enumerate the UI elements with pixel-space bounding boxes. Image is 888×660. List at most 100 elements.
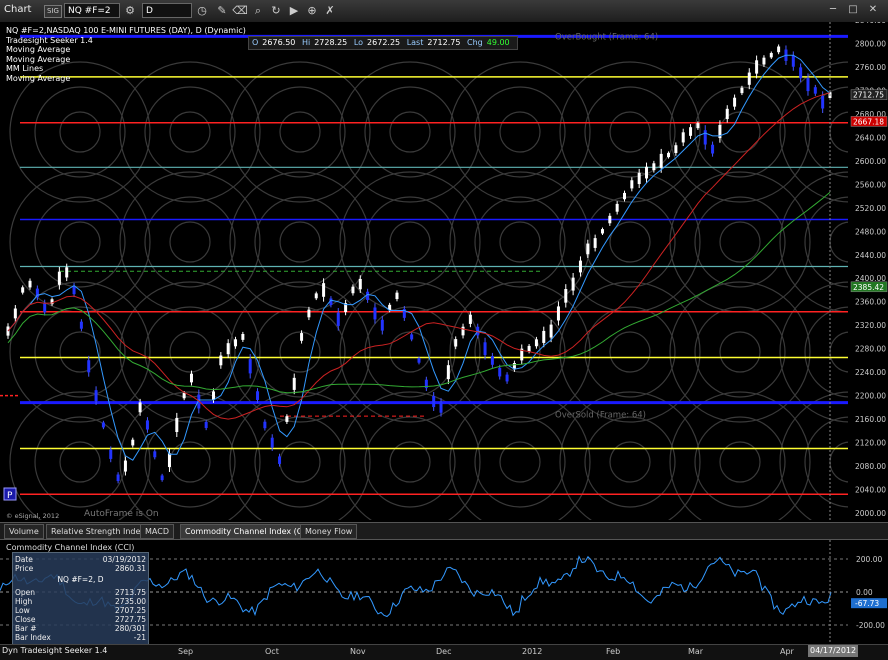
candle-body <box>483 342 487 356</box>
bg-circle <box>9 391 151 533</box>
price-tick-label: 2800.00 <box>855 39 886 48</box>
last-label: Last <box>406 38 424 47</box>
candle-body <box>659 153 663 168</box>
tab-macd[interactable]: MACD <box>140 524 174 539</box>
eraser-icon[interactable]: ⌫ <box>232 3 248 19</box>
bg-circle <box>9 61 151 203</box>
candle-body <box>813 87 817 94</box>
tab-cci[interactable]: Commodity Channel Index (CCI) <box>180 524 319 539</box>
close-icon[interactable]: ✕ <box>866 3 880 17</box>
candle-body <box>234 339 238 347</box>
candle-body <box>160 475 164 481</box>
bg-circle <box>59 331 101 373</box>
wrench-icon[interactable]: ✗ <box>322 3 338 19</box>
bg-circle <box>339 171 481 313</box>
databox-row-high: High 2735.00 <box>15 597 146 606</box>
bg-circle <box>499 221 541 263</box>
maximize-icon[interactable]: □ <box>846 3 860 17</box>
candle-body <box>571 277 575 291</box>
interval-input[interactable]: D <box>142 3 192 18</box>
bg-circle <box>279 221 321 263</box>
candle-body <box>351 286 355 294</box>
x-label: Sep <box>178 647 194 656</box>
candle-body <box>799 67 803 79</box>
bg-circle <box>229 391 371 533</box>
x-label: 2012 <box>522 647 543 656</box>
legend-line-ma2: Moving Average <box>6 54 71 64</box>
candle-body <box>248 359 252 374</box>
bg-circle <box>364 196 456 288</box>
candle-body <box>733 97 737 107</box>
pencil-icon[interactable]: ✎ <box>214 3 230 19</box>
candle-body <box>667 152 671 158</box>
tab-volume[interactable]: Volume <box>4 524 44 539</box>
candle-body <box>439 401 443 413</box>
candle-body <box>285 416 289 422</box>
candle-body <box>432 395 436 408</box>
price-chart[interactable]: 2840.002800.002760.002720.002680.002640.… <box>0 16 888 533</box>
candle-body <box>747 72 751 85</box>
price-tick-label: 2320.00 <box>855 321 886 330</box>
x-label: Nov <box>350 647 366 656</box>
symbol-input[interactable]: NQ #F=2 <box>64 3 120 18</box>
bg-circle <box>119 281 261 423</box>
bg-circle <box>584 196 676 288</box>
candle-body <box>380 319 384 331</box>
open-label: O <box>252 38 259 47</box>
data-window: Date 03/19/2012 Price 2860.31 NQ #F=2, D O… <box>12 552 149 646</box>
price-tick-label: 2000.00 <box>855 509 886 518</box>
candle-body <box>806 78 810 92</box>
price-tag: 2667.18 <box>853 117 884 126</box>
price-tick-label: 2120.00 <box>855 439 886 448</box>
bg-circle <box>694 86 786 178</box>
magnifier-icon[interactable]: ⌕ <box>250 3 266 19</box>
bg-circle <box>559 281 701 423</box>
price-tick-label: 2040.00 <box>855 486 886 495</box>
candle-body <box>556 306 560 321</box>
databox-row-open: Open 2713.75 <box>15 588 146 597</box>
candle-body <box>138 402 142 413</box>
tab-money-flow[interactable]: Money Flow <box>300 524 358 539</box>
play-icon[interactable]: ▶ <box>286 3 302 19</box>
symbol-options-icon[interactable]: ⚙ <box>122 3 138 19</box>
cci-tick-label: -200.00 <box>856 621 885 630</box>
candle-body <box>175 417 179 432</box>
candle-body <box>586 243 590 255</box>
refresh-icon[interactable]: ↻ <box>268 3 284 19</box>
candle-body <box>57 271 61 285</box>
bg-circle <box>229 61 371 203</box>
legend-line-ma3: Moving Average <box>6 73 71 83</box>
candle-body <box>549 324 553 338</box>
candle-body <box>167 453 171 468</box>
bg-circle <box>719 331 761 373</box>
candle-body <box>145 420 149 430</box>
candle-body <box>468 314 472 324</box>
candle-body <box>696 123 700 129</box>
overbought-label: OverBought (Frame: 64) <box>555 32 658 42</box>
x-label: Feb <box>606 647 621 656</box>
databox-title: NQ #F=2, D <box>57 575 104 584</box>
candle-body <box>740 87 744 94</box>
link-badge[interactable]: SIG <box>44 5 62 18</box>
bg-circle <box>449 61 591 203</box>
x-label: Dec <box>436 647 452 656</box>
bg-circle <box>169 331 211 373</box>
high-label: Hi <box>301 38 311 47</box>
bg-circle <box>389 331 431 373</box>
candle-body <box>490 356 494 365</box>
candle-body <box>777 46 781 53</box>
cci-label: Commodity Channel Index (CCI) <box>6 543 135 552</box>
time-axis: Sep Oct Nov Dec 2012 Feb Mar Apr <box>0 644 888 660</box>
candle-body <box>674 145 678 154</box>
minimize-icon[interactable]: ─ <box>826 3 840 17</box>
bg-circle <box>669 281 811 423</box>
bg-circle <box>559 61 701 203</box>
candle-body <box>270 437 274 448</box>
bg-circle <box>119 171 261 313</box>
settings-icon[interactable]: ⊕ <box>304 3 320 19</box>
bg-circle <box>59 111 101 153</box>
tab-rsi[interactable]: Relative Strength Index <box>46 524 150 539</box>
clock-icon[interactable]: ◷ <box>194 3 210 19</box>
databox-row-date: Date 03/19/2012 <box>15 555 146 564</box>
bg-circle <box>144 306 236 398</box>
